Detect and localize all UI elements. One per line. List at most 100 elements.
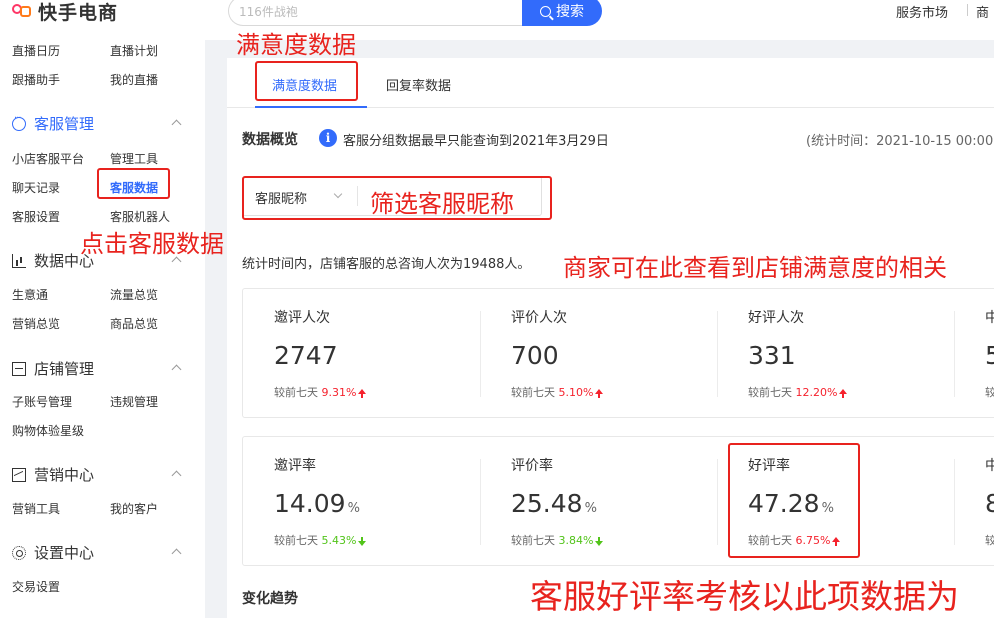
- tab-reply-rate-data[interactable]: 回复率数据: [386, 75, 451, 94]
- sidebar-item-sub-accounts[interactable]: 子账号管理: [12, 393, 72, 410]
- search-placeholder: 116件战袍: [239, 5, 298, 19]
- metric-label: 好评人次: [748, 310, 804, 326]
- card-divider: [954, 311, 955, 397]
- trend-section-title: 变化趋势: [242, 591, 298, 607]
- annotation-satisfaction: 满意度数据: [236, 31, 356, 59]
- metric-value: 331: [748, 341, 796, 370]
- gear-icon: [12, 545, 26, 560]
- metric-label: 中: [985, 458, 994, 474]
- sidebar-item-live-assistant[interactable]: 跟播助手: [12, 71, 60, 88]
- sidebar-item-marketing-overview[interactable]: 营销总览: [12, 315, 60, 332]
- metric-review-rate: 评价率 25.48% 较前七天 3.84%: [511, 455, 604, 548]
- sidebar-item-management-tools[interactable]: 管理工具: [110, 150, 158, 167]
- sidebar-item-cs-platform[interactable]: 小店客服平台: [12, 150, 84, 167]
- sidebar-group-label: 客服管理: [34, 115, 95, 133]
- chart-icon: [12, 253, 26, 268]
- sidebar-item-live-calendar[interactable]: 直播日历: [12, 42, 60, 59]
- sidebar-group-customer-service[interactable]: 客服管理: [12, 113, 94, 134]
- overview-info: 客服分组数据最早只能查询到2021年3月29日: [343, 134, 609, 149]
- service-market-link[interactable]: 服务市场: [896, 2, 948, 21]
- logo-text: 快手电商: [38, 1, 119, 24]
- metric-pct: 5.43%: [321, 534, 357, 547]
- metric-pct: 12.20%: [795, 386, 838, 399]
- shop-icon: [12, 361, 26, 376]
- card-divider: [717, 311, 718, 397]
- search-button-label: 搜索: [556, 4, 584, 20]
- sidebar-item-product-overview[interactable]: 商品总览: [110, 315, 158, 332]
- metric-label: 邀评率: [274, 458, 316, 474]
- metric-value: 14.09%: [274, 489, 360, 518]
- top-link-more[interactable]: 商: [976, 2, 994, 21]
- sidebar-group-settings-center[interactable]: 设置中心: [12, 542, 94, 563]
- arrow-down-icon: [358, 537, 367, 546]
- sidebar-item-traffic-overview[interactable]: 流量总览: [110, 286, 158, 303]
- metric-review-count: 评价人次 700 较前七天 5.10%: [511, 307, 604, 400]
- metric-label: 中: [985, 310, 994, 326]
- card-divider: [954, 459, 955, 545]
- metric-value: 700: [511, 341, 559, 370]
- info-icon: i: [319, 129, 337, 147]
- metric-compare: 较前七天 3.84%: [511, 532, 604, 548]
- metric-pct: 3.84%: [558, 534, 594, 547]
- sidebar-item-my-customers[interactable]: 我的客户: [110, 500, 158, 517]
- metric-pct: 9.31%: [321, 386, 357, 399]
- metrics-card-counts: 邀评人次 2747 较前七天 9.31% 评价人次 700 较前七天 5.10%…: [242, 288, 994, 418]
- search-button[interactable]: 搜索: [522, 0, 602, 26]
- metric-value: 8: [985, 489, 994, 518]
- metric-invite-rate: 邀评率 14.09% 较前七天 5.43%: [274, 455, 367, 548]
- sidebar-item-trade-settings[interactable]: 交易设置: [12, 578, 60, 595]
- sidebar-group-label: 设置中心: [34, 544, 95, 562]
- metric-value: 5: [985, 341, 994, 370]
- sidebar-item-marketing-tools[interactable]: 营销工具: [12, 500, 60, 517]
- tab-active-indicator: [255, 106, 367, 108]
- metric-compare: 较: [985, 534, 994, 547]
- search-icon: [540, 5, 551, 17]
- sidebar-item-cs-robot[interactable]: 客服机器人: [110, 208, 170, 225]
- highlight-box-satisfaction-tab: [255, 61, 358, 101]
- metric-pct: 5.10%: [558, 386, 594, 399]
- card-divider: [480, 459, 481, 545]
- metric-neutral-count: 中 5 较: [985, 307, 994, 400]
- arrow-up-icon: [358, 389, 367, 398]
- arrow-down-icon: [595, 537, 604, 546]
- metric-compare: 较前七天 5.10%: [511, 384, 604, 400]
- metric-invite-count: 邀评人次 2747 较前七天 9.31%: [274, 307, 367, 400]
- metric-compare: 较前七天 9.31%: [274, 384, 367, 400]
- sidebar-item-shengyitong[interactable]: 生意通: [12, 286, 48, 303]
- card-divider: [480, 311, 481, 397]
- arrow-up-icon: [595, 389, 604, 398]
- annotation-click-cs-data: 点击客服数据: [80, 230, 224, 258]
- metric-label: 邀评人次: [274, 310, 330, 326]
- annotation-assessment: 客服好评率考核以此项数据为: [530, 577, 959, 616]
- metric-compare: 较前七天 12.20%: [748, 384, 848, 400]
- logo[interactable]: 快手电商: [12, 0, 118, 24]
- metric-label: 评价率: [511, 458, 553, 474]
- sidebar-item-violations[interactable]: 违规管理: [110, 393, 158, 410]
- metric-compare: 较: [985, 386, 994, 399]
- trend-icon: [12, 467, 26, 482]
- metric-value: 25.48%: [511, 489, 597, 518]
- highlight-box-cs-data: [97, 168, 170, 199]
- sidebar-item-my-live[interactable]: 我的直播: [110, 71, 158, 88]
- arrow-up-icon: [839, 389, 848, 398]
- sidebar-item-shopping-rating[interactable]: 购物体验星级: [12, 422, 84, 439]
- search-input[interactable]: 116件战袍: [228, 0, 524, 26]
- sidebar-item-cs-settings[interactable]: 客服设置: [12, 208, 60, 225]
- metric-label: 评价人次: [511, 310, 567, 326]
- annotation-merchant-view: 商家可在此查看到店铺满意度的相关: [563, 254, 947, 282]
- metrics-card-rates: 邀评率 14.09% 较前七天 5.43% 评价率 25.48% 较前七天 3.…: [242, 436, 994, 566]
- top-bar: 快手电商 116件战袍 搜索 服务市场 商: [0, 0, 994, 40]
- sidebar-group-label: 营销中心: [34, 466, 95, 484]
- annotation-filter-nickname: 筛选客服昵称: [370, 190, 514, 218]
- chat-icon: [12, 113, 26, 131]
- highlight-box-good-rate: [728, 443, 860, 558]
- overview-title: 数据概览: [242, 132, 298, 148]
- sidebar-group-shop-management[interactable]: 店铺管理: [12, 358, 94, 379]
- kuaishou-logo-icon: [12, 2, 32, 20]
- sidebar-item-live-plan[interactable]: 直播计划: [110, 42, 158, 59]
- stat-time: (统计时间：2021-10-15 00:00: [806, 134, 994, 149]
- card-divider: [717, 459, 718, 545]
- sidebar-group-marketing-center[interactable]: 营销中心: [12, 464, 94, 485]
- sidebar-item-chat-records[interactable]: 聊天记录: [12, 179, 60, 196]
- metric-compare: 较前七天 5.43%: [274, 532, 367, 548]
